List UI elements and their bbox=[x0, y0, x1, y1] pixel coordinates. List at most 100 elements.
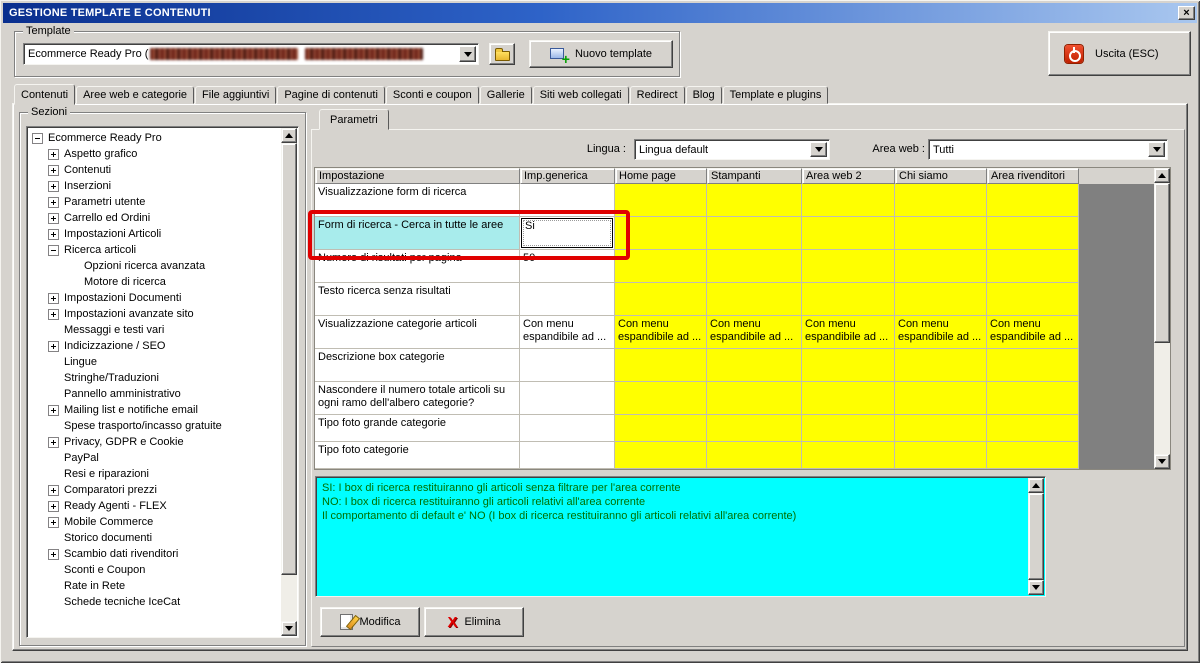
tree-item-label[interactable]: Stringhe/Traduzioni bbox=[64, 372, 159, 384]
area-value-cell[interactable] bbox=[987, 283, 1079, 316]
setting-name-cell[interactable]: Descrizione box categorie bbox=[315, 349, 520, 382]
setting-name-cell[interactable]: Testo ricerca senza risultati bbox=[315, 283, 520, 316]
tree-item-label[interactable]: Contenuti bbox=[64, 164, 111, 176]
tab-blog[interactable]: Blog bbox=[686, 86, 722, 104]
setting-name-cell[interactable]: Tipo foto categorie bbox=[315, 442, 520, 469]
area-value-cell[interactable] bbox=[615, 442, 707, 469]
area-value-cell[interactable] bbox=[895, 283, 987, 316]
expand-plus-icon[interactable] bbox=[48, 501, 59, 512]
tree-item[interactable]: Impostazioni avanzate sito bbox=[29, 306, 280, 322]
tree-item-label[interactable]: Opzioni ricerca avanzata bbox=[84, 260, 205, 272]
area-value-cell[interactable] bbox=[707, 184, 802, 217]
area-web-combo[interactable]: Tutti bbox=[928, 139, 1168, 160]
area-value-cell[interactable] bbox=[895, 382, 987, 415]
generic-value-cell[interactable] bbox=[520, 442, 615, 469]
scroll-up-button[interactable] bbox=[281, 128, 297, 143]
area-value-cell[interactable] bbox=[615, 184, 707, 217]
tab-parametri[interactable]: Parametri bbox=[319, 109, 389, 130]
tree-item-label[interactable]: Lingue bbox=[64, 356, 97, 368]
expand-plus-icon[interactable] bbox=[48, 549, 59, 560]
tab-file-aggiuntivi[interactable]: File aggiuntivi bbox=[195, 86, 276, 104]
area-value-cell[interactable] bbox=[707, 349, 802, 382]
area-value-cell[interactable] bbox=[707, 283, 802, 316]
area-value-cell[interactable] bbox=[802, 217, 895, 250]
tree-item-label[interactable]: Aspetto grafico bbox=[64, 148, 137, 160]
generic-value-cell[interactable] bbox=[520, 382, 615, 415]
scroll-down-button[interactable] bbox=[1028, 580, 1044, 595]
tree-item[interactable]: PayPal bbox=[29, 450, 280, 466]
area-value-cell[interactable] bbox=[615, 382, 707, 415]
tree-item[interactable]: Indicizzazione / SEO bbox=[29, 338, 280, 354]
setting-name-cell[interactable]: Visualizzazione form di ricerca bbox=[315, 184, 520, 217]
tree-item[interactable]: Mobile Commerce bbox=[29, 514, 280, 530]
area-value-cell[interactable] bbox=[987, 349, 1079, 382]
tree-item[interactable]: Ready Agenti - FLEX bbox=[29, 498, 280, 514]
area-value-cell[interactable] bbox=[802, 283, 895, 316]
tree-item[interactable]: Impostazioni Documenti bbox=[29, 290, 280, 306]
tab-gallerie[interactable]: Gallerie bbox=[480, 86, 532, 104]
close-button[interactable]: × bbox=[1178, 6, 1195, 20]
template-combo-dropdown-button[interactable] bbox=[459, 46, 476, 62]
expand-plus-icon[interactable] bbox=[48, 229, 59, 240]
tree-item-label[interactable]: Mailing list e notifiche email bbox=[64, 404, 198, 416]
tree-item-label[interactable]: Spese trasporto/incasso gratuite bbox=[64, 420, 222, 432]
expand-plus-icon[interactable] bbox=[48, 341, 59, 352]
area-value-cell[interactable] bbox=[802, 349, 895, 382]
setting-name-cell[interactable]: Nascondere il numero totale articoli su … bbox=[315, 382, 520, 415]
collapse-minus-icon[interactable] bbox=[32, 133, 43, 144]
tree-item[interactable]: Storico documenti bbox=[29, 530, 280, 546]
scroll-down-button[interactable] bbox=[281, 621, 297, 636]
expand-plus-icon[interactable] bbox=[48, 197, 59, 208]
area-value-cell[interactable] bbox=[987, 415, 1079, 442]
setting-name-cell[interactable]: Tipo foto grande categorie bbox=[315, 415, 520, 442]
tree-item-label[interactable]: Ricerca articoli bbox=[64, 244, 136, 256]
tree-item[interactable]: Schede tecniche IceCat bbox=[29, 594, 280, 610]
open-folder-button[interactable] bbox=[489, 43, 515, 65]
expand-plus-icon[interactable] bbox=[48, 181, 59, 192]
tree-item[interactable]: Ricerca articoli bbox=[29, 242, 280, 258]
area-value-cell[interactable] bbox=[707, 382, 802, 415]
tab-template-e-plugins[interactable]: Template e plugins bbox=[723, 86, 829, 104]
table-scrollbar-thumb[interactable] bbox=[1154, 183, 1170, 343]
area-value-cell[interactable] bbox=[895, 217, 987, 250]
area-value-cell[interactable] bbox=[987, 217, 1079, 250]
area-value-cell[interactable] bbox=[707, 217, 802, 250]
tree-item[interactable]: Scambio dati rivenditori bbox=[29, 546, 280, 562]
expand-plus-icon[interactable] bbox=[48, 165, 59, 176]
tab-pagine-di-contenuti[interactable]: Pagine di contenuti bbox=[277, 86, 385, 104]
tree-item[interactable]: Privacy, GDPR e Cookie bbox=[29, 434, 280, 450]
tree-item-label[interactable]: Impostazioni Documenti bbox=[64, 292, 181, 304]
setting-name-cell[interactable]: Form di ricerca - Cerca in tutte le aree bbox=[315, 217, 520, 250]
tab-siti-web-collegati[interactable]: Siti web collegati bbox=[533, 86, 629, 104]
area-value-cell[interactable] bbox=[615, 349, 707, 382]
expand-plus-icon[interactable] bbox=[48, 149, 59, 160]
tree-scrollbar[interactable] bbox=[281, 128, 297, 636]
area-value-cell[interactable] bbox=[615, 250, 707, 283]
new-template-button[interactable]: + Nuovo template bbox=[529, 40, 673, 68]
scroll-down-button[interactable] bbox=[1154, 454, 1170, 469]
area-value-cell[interactable] bbox=[987, 382, 1079, 415]
tree-item[interactable]: Messaggi e testi vari bbox=[29, 322, 280, 338]
tree-item-label[interactable]: Carrello ed Ordini bbox=[64, 212, 150, 224]
area-value-cell[interactable]: Con menu espandibile ad ... bbox=[895, 316, 987, 349]
expand-plus-icon[interactable] bbox=[48, 293, 59, 304]
tree-item[interactable]: Resi e riparazioni bbox=[29, 466, 280, 482]
tree-item-label[interactable]: Sconti e Coupon bbox=[64, 564, 145, 576]
area-value-cell[interactable]: Con menu espandibile ad ... bbox=[802, 316, 895, 349]
scroll-up-button[interactable] bbox=[1028, 478, 1044, 493]
area-value-cell[interactable] bbox=[987, 250, 1079, 283]
tree-item[interactable]: Inserzioni bbox=[29, 178, 280, 194]
modifica-button[interactable]: Modifica bbox=[320, 607, 420, 637]
value-edit-input[interactable]: Si bbox=[521, 218, 613, 248]
area-value-cell[interactable]: Con menu espandibile ad ... bbox=[987, 316, 1079, 349]
area-value-cell[interactable] bbox=[802, 250, 895, 283]
area-value-cell[interactable] bbox=[802, 184, 895, 217]
expand-plus-icon[interactable] bbox=[48, 437, 59, 448]
generic-value-cell[interactable] bbox=[520, 283, 615, 316]
tree-item[interactable]: Parametri utente bbox=[29, 194, 280, 210]
template-combo[interactable]: Ecommerce Ready Pro ( bbox=[23, 43, 479, 65]
tab-contenuti[interactable]: Contenuti bbox=[14, 84, 75, 105]
tree-item[interactable]: Lingue bbox=[29, 354, 280, 370]
tree-item-label[interactable]: Pannello amministrativo bbox=[64, 388, 181, 400]
lingua-combo-dropdown-button[interactable] bbox=[810, 142, 827, 157]
